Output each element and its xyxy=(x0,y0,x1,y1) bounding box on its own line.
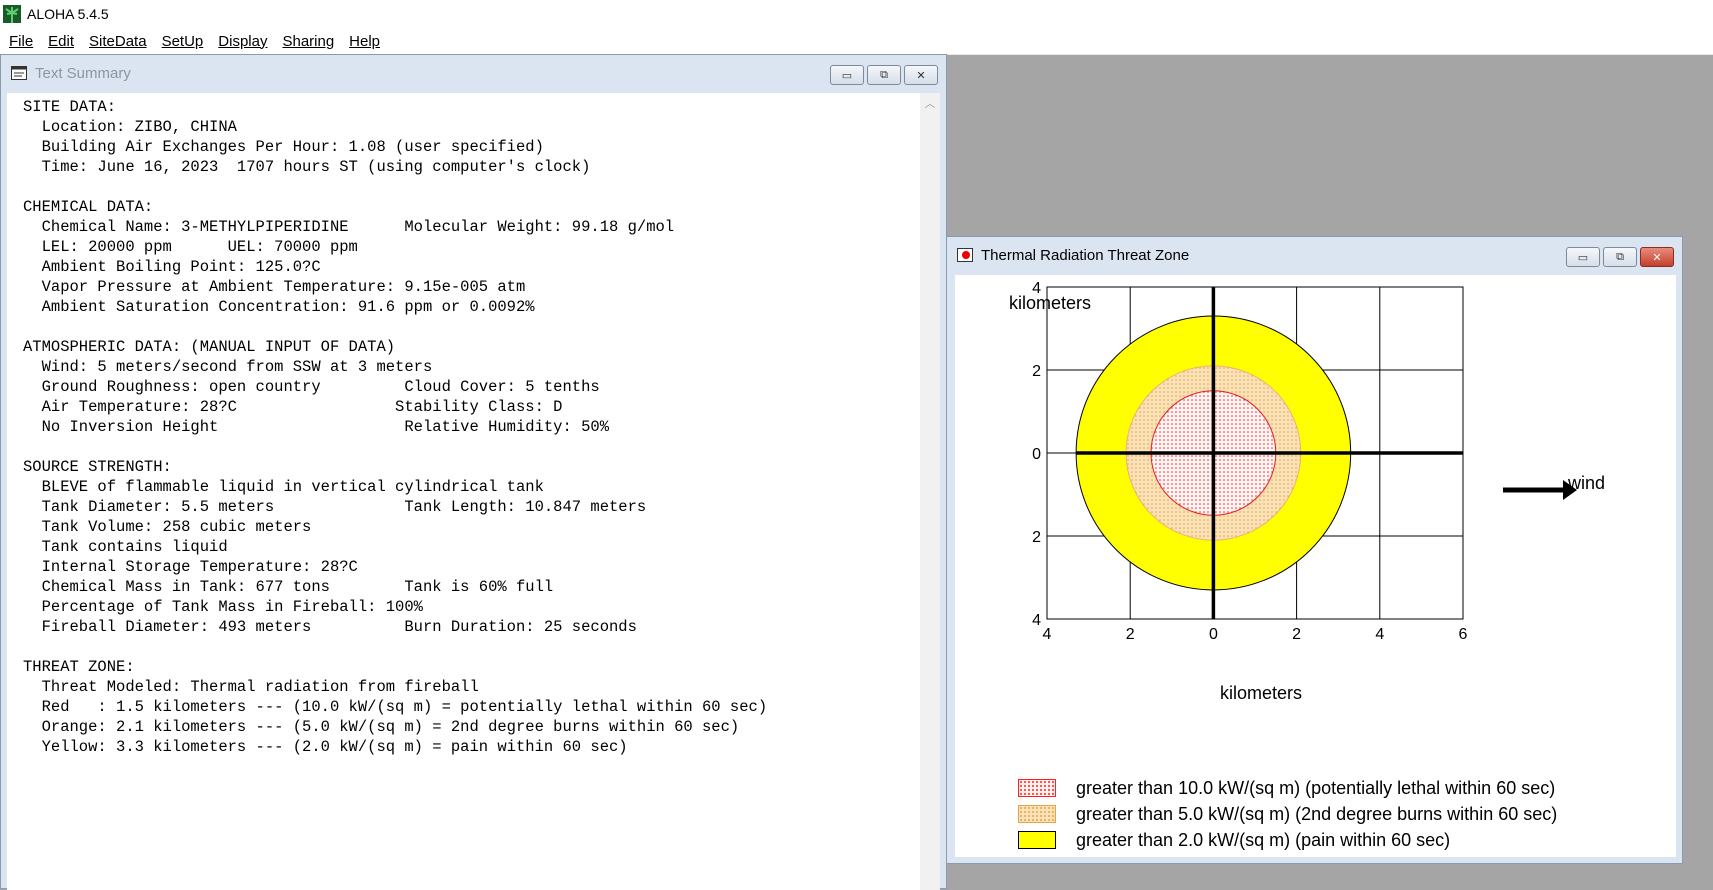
vertical-scrollbar[interactable]: ︿ xyxy=(920,93,940,890)
summary-line: Red : 1.5 kilometers --- (10.0 kW/(sq m)… xyxy=(41,698,768,716)
close-button[interactable]: ✕ xyxy=(904,65,938,85)
y-tick-label: 2 xyxy=(1032,363,1041,380)
close-icon: ✕ xyxy=(1652,251,1662,264)
summary-line: Ground Roughness: open country Cloud Cov… xyxy=(41,378,600,396)
close-icon: ✕ xyxy=(916,69,926,82)
summary-line: Ambient Saturation Concentration: 91.6 p… xyxy=(41,298,535,316)
summary-line: THREAT ZONE: xyxy=(23,658,135,676)
legend-item-red: greater than 10.0 kW/(sq m) (potentially… xyxy=(1018,775,1557,801)
summary-line: Air Temperature: 28?C Stability Class: D xyxy=(41,398,563,416)
threat-zone-chart: 4 2 0 2 4 642024 kilometers kilometers xyxy=(1009,280,1577,703)
summary-line: BLEVE of flammable liquid in vertical cy… xyxy=(41,478,544,496)
y-axis-label: kilometers xyxy=(1009,293,1091,313)
minimize-icon: ▭ xyxy=(841,69,853,82)
minimize-button[interactable]: ▭ xyxy=(830,65,864,85)
x-tick-label: 2 xyxy=(1292,626,1301,643)
summary-line: Chemical Mass in Tank: 677 tons Tank is … xyxy=(41,578,554,596)
app-title: ALOHA 5.4.5 xyxy=(27,6,109,22)
menu-file-label: File xyxy=(9,32,34,50)
threat-zone-icon xyxy=(957,248,973,262)
text-summary-content[interactable]: SITE DATA: Location: ZIBO, CHINA Buildin… xyxy=(7,93,920,890)
summary-line: Tank Volume: 258 cubic meters xyxy=(41,518,312,536)
thermal-close-button[interactable]: ✕ xyxy=(1640,247,1674,267)
summary-line: SITE DATA: xyxy=(23,98,117,116)
summary-line: Orange: 2.1 kilometers --- (5.0 kW/(sq m… xyxy=(41,718,740,736)
menu-edit-label: Edit xyxy=(48,32,75,50)
legend-label-yellow: greater than 2.0 kW/(sq m) (pain within … xyxy=(1076,829,1451,850)
text-summary-titlebar[interactable]: Text Summary ▭ ⧉ ✕ xyxy=(1,55,946,91)
legend-label-red: greater than 10.0 kW/(sq m) (potentially… xyxy=(1076,777,1556,798)
aloha-palm-icon xyxy=(3,5,21,23)
restore-icon: ⧉ xyxy=(1616,250,1624,263)
summary-line: Location: ZIBO, CHINA xyxy=(41,118,237,136)
y-tick-label: 2 xyxy=(1032,529,1041,546)
thermal-minimize-button[interactable]: ▭ xyxy=(1566,247,1600,267)
x-tick-label: 2 xyxy=(1126,626,1135,643)
wind-arrow-icon xyxy=(1503,480,1577,500)
menu-help-label: Help xyxy=(349,32,381,50)
menu-display[interactable]: Display xyxy=(218,33,267,50)
legend-label-orange: greater than 5.0 kW/(sq m) (2nd degree b… xyxy=(1076,803,1558,824)
summary-line: Wind: 5 meters/second from SSW at 3 mete… xyxy=(41,358,433,376)
wind-label: wind xyxy=(1568,473,1606,493)
x-tick-label: 4 xyxy=(1043,626,1052,643)
summary-line: Threat Modeled: Thermal radiation from f… xyxy=(41,678,479,696)
x-tick-label: 6 xyxy=(1459,626,1468,643)
menu-sharing[interactable]: Sharing xyxy=(282,33,334,50)
thermal-titlebar[interactable]: Thermal Radiation Threat Zone ▭ ⧉ ✕ xyxy=(947,237,1682,273)
text-summary-title: Text Summary xyxy=(35,64,131,82)
summary-line: No Inversion Height Relative Humidity: 5… xyxy=(41,418,609,436)
x-tick-label: 4 xyxy=(1375,626,1384,643)
menu-edit[interactable]: Edit xyxy=(48,33,74,50)
thermal-threat-zone-window[interactable]: Thermal Radiation Threat Zone ▭ ⧉ ✕ 4 2 0 2 xyxy=(946,236,1683,864)
summary-line: Tank Diameter: 5.5 meters Tank Length: 1… xyxy=(41,498,647,516)
summary-line: SOURCE STRENGTH: xyxy=(23,458,172,476)
menu-bar: File Edit SiteData SetUp Display Sharing… xyxy=(0,28,1713,55)
app-titlebar: ALOHA 5.4.5 xyxy=(0,0,1713,28)
summary-text: SITE DATA: Location: ZIBO, CHINA Buildin… xyxy=(7,93,920,757)
text-summary-window[interactable]: Text Summary ▭ ⧉ ✕ SITE DATA: Location: … xyxy=(0,54,947,890)
summary-line: Tank contains liquid xyxy=(41,538,228,556)
summary-line: Vapor Pressure at Ambient Temperature: 9… xyxy=(41,278,526,296)
minimize-icon: ▭ xyxy=(1577,251,1589,264)
summary-line: Time: June 16, 2023 1707 hours ST (using… xyxy=(41,158,591,176)
x-tick-label: 0 xyxy=(1209,626,1218,643)
summary-line: Yellow: 3.3 kilometers --- (2.0 kW/(sq m… xyxy=(41,738,628,756)
thermal-restore-button[interactable]: ⧉ xyxy=(1603,247,1637,267)
summary-line: Ambient Boiling Point: 125.0?C xyxy=(41,258,321,276)
menu-sharing-label: Sharing xyxy=(282,32,335,50)
thermal-controls: ▭ ⧉ ✕ xyxy=(1566,247,1674,267)
menu-display-label: Display xyxy=(218,32,268,50)
y-tick-label: 0 xyxy=(1032,446,1041,463)
threat-zone-plot-area: 42024642024 kilometers kilometers wind g… xyxy=(955,275,1676,857)
legend-swatch-yellow xyxy=(1018,831,1056,849)
menu-sitedata[interactable]: SiteData xyxy=(89,33,147,50)
legend-item-yellow: greater than 2.0 kW/(sq m) (pain within … xyxy=(1018,827,1557,853)
legend-swatch-red xyxy=(1018,779,1056,797)
legend-item-orange: greater than 5.0 kW/(sq m) (2nd degree b… xyxy=(1018,801,1557,827)
summary-line: CHEMICAL DATA: xyxy=(23,198,154,216)
menu-setup[interactable]: SetUp xyxy=(162,33,204,50)
y-tick-label: 4 xyxy=(1032,612,1041,629)
scroll-up-arrow-icon[interactable]: ︿ xyxy=(924,95,936,110)
menu-help[interactable]: Help xyxy=(349,33,380,50)
legend: greater than 10.0 kW/(sq m) (potentially… xyxy=(1018,775,1557,853)
text-summary-icon xyxy=(11,66,27,80)
restore-icon: ⧉ xyxy=(880,68,888,81)
legend-swatch-orange xyxy=(1018,805,1056,823)
text-summary-controls: ▭ ⧉ ✕ xyxy=(830,65,938,85)
summary-line: Building Air Exchanges Per Hour: 1.08 (u… xyxy=(41,138,544,156)
summary-line: Fireball Diameter: 493 meters Burn Durat… xyxy=(41,618,637,636)
summary-line: Internal Storage Temperature: 28?C xyxy=(41,558,358,576)
summary-line: Chemical Name: 3-METHYLPIPERIDINE Molecu… xyxy=(41,218,675,236)
menu-sitedata-label: SiteData xyxy=(89,32,147,50)
summary-line: LEL: 20000 ppm UEL: 70000 ppm xyxy=(41,238,358,256)
restore-button[interactable]: ⧉ xyxy=(867,65,901,85)
menu-file[interactable]: File xyxy=(9,33,33,50)
thermal-title: Thermal Radiation Threat Zone xyxy=(981,246,1190,264)
x-axis-label: kilometers xyxy=(1220,683,1302,703)
summary-line: Percentage of Tank Mass in Fireball: 100… xyxy=(41,598,423,616)
menu-setup-label: SetUp xyxy=(161,32,204,50)
summary-line: ATMOSPHERIC DATA: (MANUAL INPUT OF DATA) xyxy=(23,338,396,356)
